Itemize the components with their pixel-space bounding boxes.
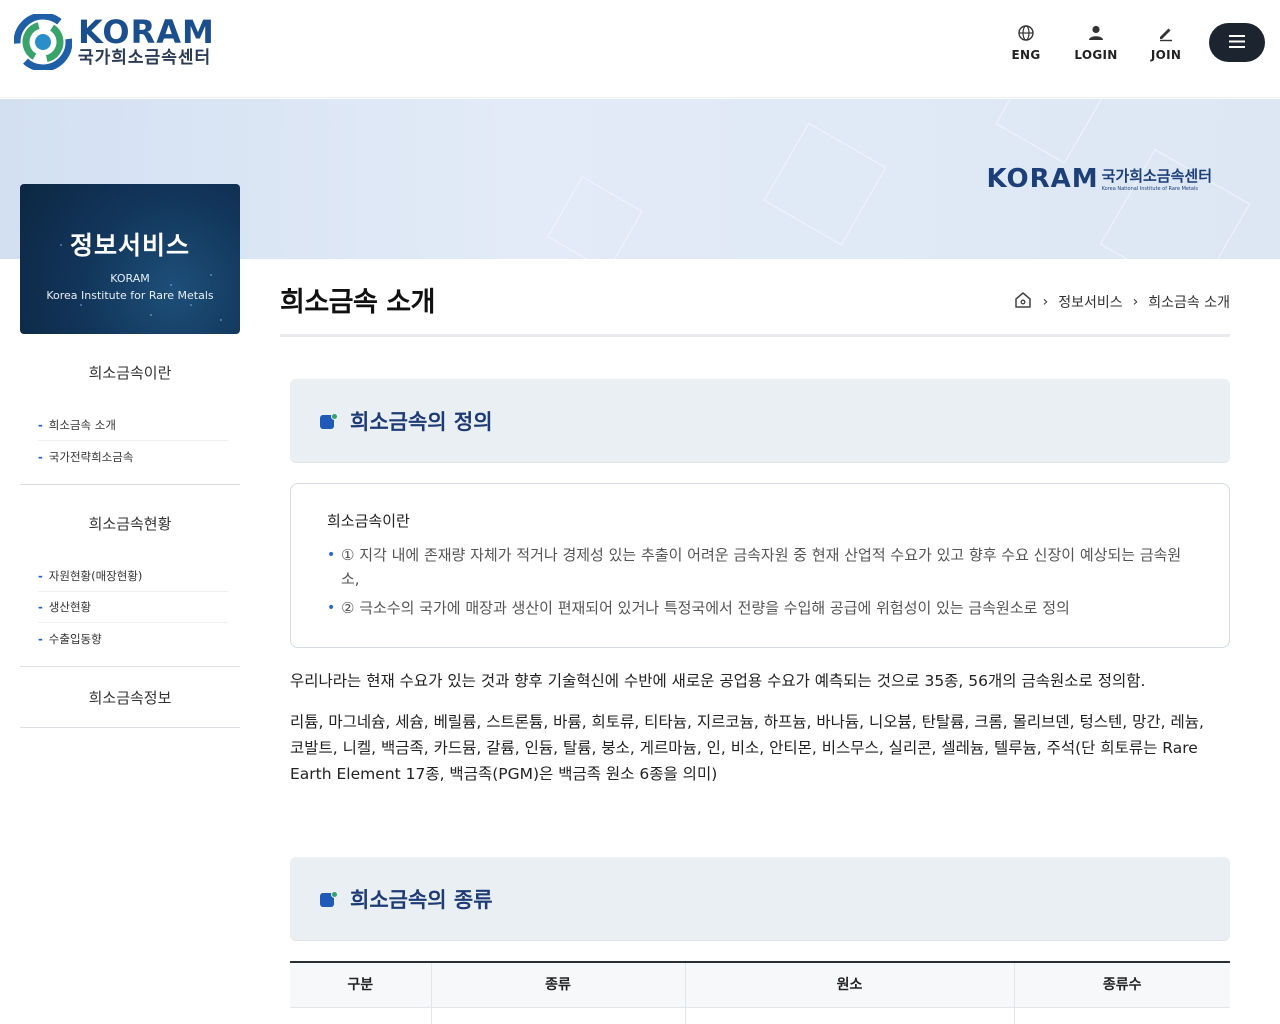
globe-icon [1017,22,1035,44]
section-bullet-icon [320,890,338,907]
sidebar-subtitle: KORAM [110,272,150,285]
sidebar-item-trade[interactable]: - 수출입동향 [38,623,228,654]
site-header: KORAM 국가희소금속센터 ENG LOGIN JOIN [0,0,1280,98]
section-definition-title: 희소금속의 정의 [350,409,493,434]
element-list: 리튬, 마그네슘, 세슘, 베릴륨, 스트론튬, 바륨, 희토류, 티타늄, 지… [290,713,1204,783]
sidebar-item-production[interactable]: - 생산현황 [38,592,228,623]
logo-en: KORAM [78,13,215,51]
table-header-element: 원소 [684,961,1014,1008]
nav-head-info[interactable]: 희소금속정보 [20,667,240,727]
section-types-title: 희소금속의 종류 [350,887,493,912]
section-bullet-icon [320,412,338,429]
types-table: 구분 종류 원소 종류수 [290,961,1230,1024]
table-header-type: 종류 [430,961,685,1008]
breadcrumb: › 정보서비스 › 희소금속 소개 [1013,290,1230,314]
page-title: 희소금속 소개 [280,287,435,318]
koram-logo-icon [13,12,73,72]
eng-button[interactable]: ENG [996,22,1056,62]
definition-item: • ② 극소수의 국가에 매장과 생산이 편재되어 있거나 특정국에서 전량을 수… [327,596,1193,620]
login-button[interactable]: LOGIN [1066,22,1126,62]
sidebar-subtitle-en: Korea Institute for Rare Metals [46,289,214,302]
sidebar-item-rare-metal-intro[interactable]: - 희소금속 소개 [38,410,228,441]
definition-summary: 우리나라는 현재 수요가 있는 것과 향후 기술혁신에 수반에 새로운 공업용 … [290,672,1146,690]
definition-heading: 희소금속이란 [327,512,410,530]
logo-ko: 국가희소금속센터 [78,48,212,68]
pencil-icon [1157,22,1175,44]
sidebar-item-resources[interactable]: - 자원현황(매장현황) [38,561,228,592]
hero-logo-ko: 국가희소금속센터 [1101,167,1212,185]
site-logo[interactable]: KORAM 국가희소금속센터 [13,12,215,72]
table-row [290,1007,1230,1024]
breadcrumb-current: 희소금속 소개 [1148,295,1230,311]
table-header-count: 종류수 [1013,961,1230,1008]
sidebar-title: 정보서비스 [69,231,190,260]
chevron-right-icon: › [1042,294,1049,310]
sidebar-card: 정보서비스 KORAM Korea Institute for Rare Met… [20,184,240,334]
menu-button[interactable] [1209,23,1265,62]
sidebar-nav: 희소금속이란 - 희소금속 소개 - 국가전략희소금속 희소금속현황 - 자원현황(매… [20,334,240,728]
definition-item: • ① 지각 내에 존재량 자체가 적거나 경제성 있는 추출이 어려운 금속자원… [327,543,1193,591]
breadcrumb-info-service[interactable]: 정보서비스 [1058,292,1122,312]
bullet-icon: • [327,547,336,563]
join-button[interactable]: JOIN [1136,22,1196,62]
nav-group-info: 희소금속정보 [20,667,240,728]
nav-head-intro[interactable]: 희소금속이란 [20,334,240,410]
sidebar-item-strategic-metals[interactable]: - 국가전략희소금속 [38,441,228,472]
nav-group-intro: 희소금속이란 - 희소금속 소개 - 국가전략희소금속 [20,334,240,485]
eng-label: ENG [1011,48,1041,62]
user-icon [1087,22,1105,44]
hamburger-icon [1229,33,1245,52]
table-header-category: 구분 [290,961,431,1008]
section-types-header: 희소금속의 종류 [290,857,1230,941]
join-label: JOIN [1150,48,1182,62]
nav-group-status: 희소금속현황 - 자원현황(매장현황) - 생산현황 - 수출입동향 [20,485,240,667]
home-icon[interactable] [1013,290,1033,314]
hero-logo: KORAM 국가희소금속센터 Korea National Institute … [986,165,1212,193]
table-top-border [290,961,1230,963]
nav-head-status[interactable]: 희소금속현황 [20,485,240,561]
definition-box: 희소금속이란 • ① 지각 내에 존재량 자체가 적거나 경제성 있는 추출이 어… [290,483,1230,648]
bullet-icon: • [327,600,336,616]
title-divider [280,334,1230,337]
section-definition-header: 희소금속의 정의 [290,379,1230,463]
chevron-right-icon: › [1132,294,1139,310]
hero-logo-en: KORAM [986,164,1099,194]
login-label: LOGIN [1074,48,1118,62]
hero-logo-sub: Korea National Institute of Rare Metals [1101,186,1198,192]
